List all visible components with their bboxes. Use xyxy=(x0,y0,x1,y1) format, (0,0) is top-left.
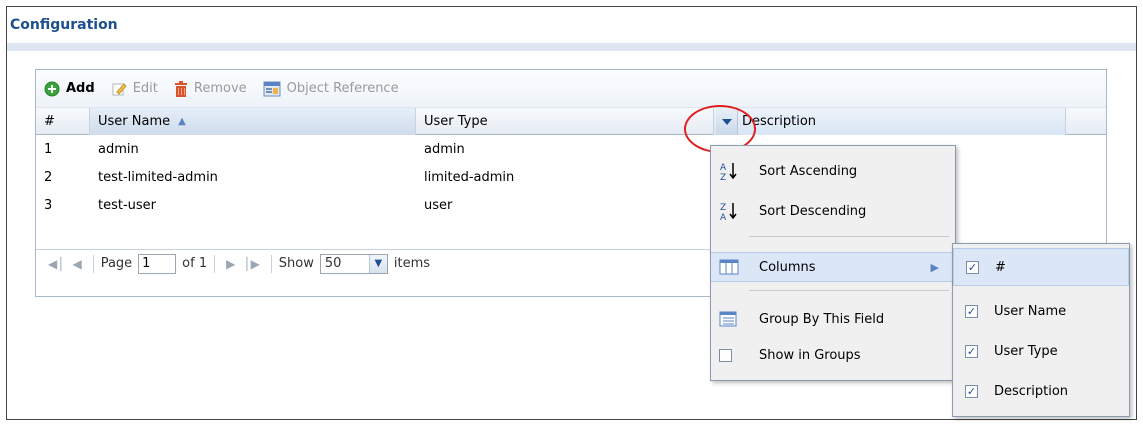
toolbar: Add Edit Remove Object Reference xyxy=(36,70,1106,108)
svg-text:A: A xyxy=(720,213,727,221)
object-reference-label: Object Reference xyxy=(286,81,399,96)
show-in-groups-label: Show in Groups xyxy=(759,347,861,363)
items-label: items xyxy=(393,256,431,271)
column-header-filler xyxy=(1066,108,1106,135)
pager-separator xyxy=(214,254,216,273)
last-page-icon[interactable]: │▶ xyxy=(243,257,259,271)
checkbox-checked-icon[interactable]: ✓ xyxy=(965,344,978,358)
columns-icon xyxy=(719,259,745,275)
show-label: Show xyxy=(278,256,314,271)
column-toggle-user-name[interactable]: ✓ User Name xyxy=(953,292,1129,330)
add-button[interactable]: Add xyxy=(44,81,95,97)
add-label: Add xyxy=(66,81,95,96)
sort-descending-icon: ZA xyxy=(719,201,745,221)
chevron-down-icon[interactable]: ▼ xyxy=(368,254,387,273)
sort-descending-label: Sort Descending xyxy=(759,203,867,219)
edit-icon xyxy=(111,81,127,97)
column-toggle-number[interactable]: ✓ # xyxy=(953,248,1129,286)
pager-separator xyxy=(270,254,272,273)
menu-item-sort-descending[interactable]: ZA Sort Descending xyxy=(711,196,955,226)
sort-ascending-arrow-icon: ▲ xyxy=(178,116,186,127)
group-by-label: Group By This Field xyxy=(759,311,885,327)
svg-text:Z: Z xyxy=(720,203,726,213)
edit-button[interactable]: Edit xyxy=(111,81,158,97)
checkbox-checked-icon[interactable]: ✓ xyxy=(965,304,978,318)
pager-separator xyxy=(92,254,94,273)
page-number-input[interactable] xyxy=(138,253,177,274)
column-context-menu: AZ Sort Ascending ZA Sort Descending Col… xyxy=(710,145,956,381)
column-header-user-name[interactable]: User Name ▲ xyxy=(90,108,416,135)
cell-user-name: admin xyxy=(98,142,139,157)
object-reference-button[interactable]: Object Reference xyxy=(263,81,399,97)
column-header-label: User Type xyxy=(424,114,488,129)
checkbox-checked-icon[interactable]: ✓ xyxy=(966,260,979,274)
cell-user-type: admin xyxy=(424,142,465,157)
column-header-description[interactable]: Description xyxy=(714,108,1066,135)
edit-label: Edit xyxy=(132,81,158,96)
menu-item-group-by[interactable]: Group By This Field xyxy=(711,304,955,334)
cell-number: 1 xyxy=(44,142,53,157)
menu-separator xyxy=(749,236,949,237)
show-in-groups-checkbox-wrap xyxy=(719,348,745,362)
previous-page-icon[interactable]: ◀ xyxy=(72,257,81,271)
submenu-arrow-icon: ▶ xyxy=(930,260,939,274)
checkbox-checked-icon[interactable]: ✓ xyxy=(965,384,978,398)
cell-user-type: user xyxy=(424,198,453,213)
show-in-groups-checkbox[interactable] xyxy=(719,348,732,362)
column-toggle-label: User Type xyxy=(994,343,1058,359)
column-toggle-label: User Name xyxy=(994,303,1067,319)
column-header-number[interactable]: # xyxy=(36,108,90,135)
first-page-icon[interactable]: ◀│ xyxy=(48,257,64,271)
object-reference-icon xyxy=(263,81,281,97)
page-size-select[interactable]: 50 ▼ xyxy=(319,253,388,274)
column-toggle-description[interactable]: ✓ Description xyxy=(953,372,1129,410)
trash-icon xyxy=(174,80,188,97)
column-header-label: # xyxy=(44,114,55,129)
cell-user-name: test-limited-admin xyxy=(98,170,218,185)
cell-number: 2 xyxy=(44,170,53,185)
column-toggle-label: Description xyxy=(994,383,1069,399)
table-header: # User Name ▲ User Type Description xyxy=(36,108,1106,135)
page-size-value: 50 xyxy=(324,256,342,271)
cell-number: 3 xyxy=(44,198,53,213)
sort-ascending-label: Sort Ascending xyxy=(759,163,858,179)
cell-user-type: limited-admin xyxy=(424,170,515,185)
page-label: Page xyxy=(100,256,133,271)
column-toggle-label: # xyxy=(995,259,1006,275)
remove-label: Remove xyxy=(193,81,247,96)
columns-submenu: ✓ # ✓ User Name ✓ User Type ✓ Descriptio… xyxy=(952,243,1130,417)
menu-item-show-in-groups[interactable]: Show in Groups xyxy=(711,340,955,370)
next-page-icon[interactable]: ▶ xyxy=(226,257,235,271)
page-count-label: of 1 xyxy=(182,256,208,271)
column-header-user-type[interactable]: User Type xyxy=(416,108,714,135)
add-icon xyxy=(44,81,60,97)
cell-user-name: test-user xyxy=(98,198,157,213)
menu-item-sort-ascending[interactable]: AZ Sort Ascending xyxy=(711,156,955,186)
menu-separator xyxy=(749,290,949,291)
title-bar xyxy=(7,43,1136,51)
columns-label: Columns xyxy=(759,259,816,275)
section-title: Configuration xyxy=(10,17,118,33)
sort-ascending-icon: AZ xyxy=(719,161,745,181)
column-header-label: User Name xyxy=(98,114,171,129)
remove-button[interactable]: Remove xyxy=(174,80,247,97)
svg-text:A: A xyxy=(720,163,727,173)
group-by-icon xyxy=(719,311,745,327)
svg-text:Z: Z xyxy=(720,173,726,181)
menu-item-columns[interactable]: Columns ▶ xyxy=(711,252,955,282)
column-toggle-user-type[interactable]: ✓ User Type xyxy=(953,332,1129,370)
